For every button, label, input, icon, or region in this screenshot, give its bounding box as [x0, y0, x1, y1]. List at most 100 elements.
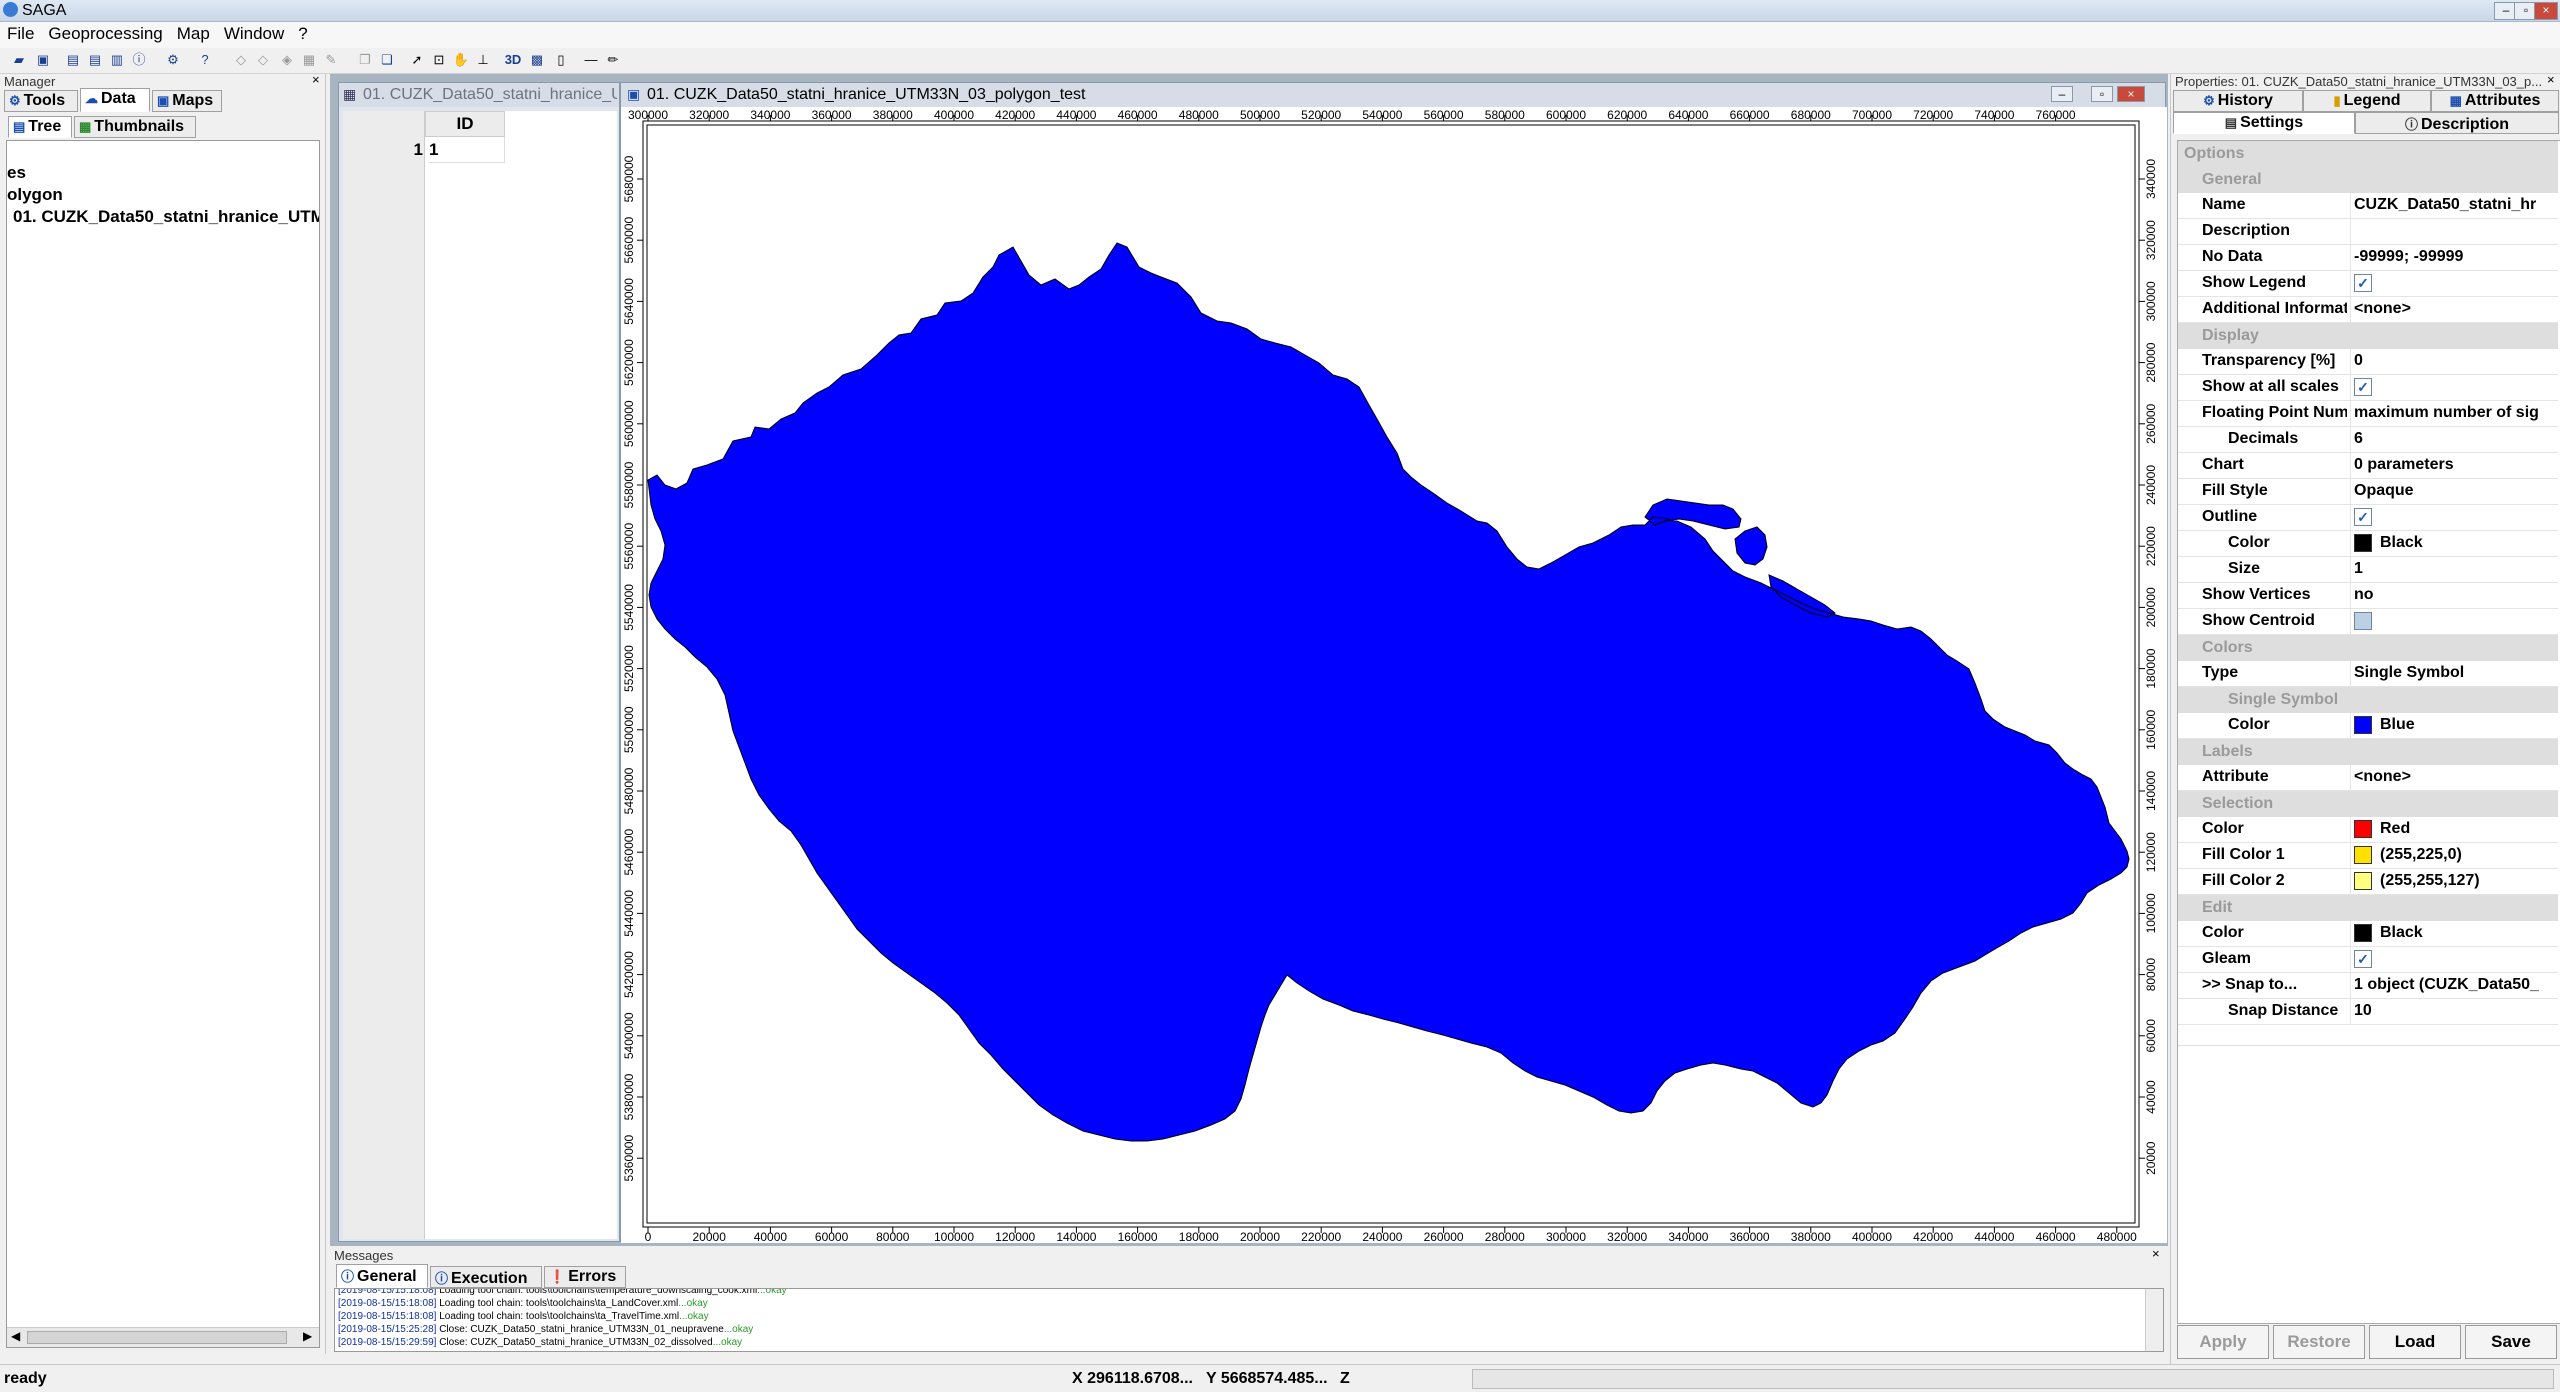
- menu-window[interactable]: Window: [217, 22, 291, 44]
- prop-fill-color-1[interactable]: Fill Color 1 (255,225,0): [2178, 843, 2558, 869]
- prop-fill-style[interactable]: Fill Style Opaque: [2178, 479, 2558, 505]
- save-button[interactable]: Save: [2465, 1325, 2557, 1359]
- tools-icon[interactable]: ⚙: [164, 51, 182, 69]
- tab-maps[interactable]: ▣ Maps: [152, 90, 222, 112]
- category-display[interactable]: Display: [2178, 323, 2558, 349]
- open-icon[interactable]: ▰: [10, 51, 28, 69]
- table-icon[interactable]: ▦: [300, 51, 318, 69]
- layer-icon[interactable]: ◈: [278, 51, 296, 69]
- manager-close-icon[interactable]: ×: [312, 72, 320, 87]
- prop-colors-type[interactable]: Type Single Symbol: [2178, 661, 2558, 687]
- prop-show-legend[interactable]: Show Legend ✓: [2178, 271, 2558, 297]
- save-icon[interactable]: ▣: [34, 51, 52, 69]
- select-cursor-icon[interactable]: ➚: [408, 51, 426, 69]
- table-row-index[interactable]: 1: [343, 137, 423, 163]
- pencil-icon[interactable]: ✏: [604, 51, 622, 69]
- nav-forward-icon[interactable]: ◇: [254, 51, 272, 69]
- map-titlebar[interactable]: ▣ 01. CUZK_Data50_statni_hranice_UTM33N_…: [621, 83, 2165, 107]
- prop-all-scales[interactable]: Show at all scales ✓: [2178, 375, 2558, 401]
- properties-close-icon[interactable]: ×: [2547, 72, 2555, 87]
- apply-button[interactable]: Apply: [2177, 1325, 2269, 1359]
- info-icon[interactable]: ⓘ: [130, 51, 148, 69]
- load-button[interactable]: Load: [2369, 1325, 2461, 1359]
- scroll-thumb[interactable]: [27, 1331, 287, 1344]
- table-header-id[interactable]: ID: [425, 111, 505, 137]
- tab-description[interactable]: ⓘ Description: [2355, 112, 2559, 134]
- tab-thumbnails[interactable]: ▦ Thumbnails: [74, 116, 196, 138]
- prop-chart[interactable]: Chart 0 parameters: [2178, 453, 2558, 479]
- prop-transparency[interactable]: Transparency [%] 0: [2178, 349, 2558, 375]
- tree-hscrollbar[interactable]: ◀ ▶: [7, 1327, 319, 1347]
- prop-additional-info[interactable]: Additional Informat <none>: [2178, 297, 2558, 323]
- messages-close-icon[interactable]: ×: [2152, 1246, 2160, 1261]
- edit-icon[interactable]: ✎: [322, 51, 340, 69]
- layout-print-icon[interactable]: ▯: [552, 51, 570, 69]
- category-colors[interactable]: Colors: [2178, 635, 2558, 661]
- outline-checkbox[interactable]: ✓: [2354, 508, 2372, 526]
- prop-outline-size[interactable]: Size 1: [2178, 557, 2558, 583]
- category-general[interactable]: General: [2178, 167, 2558, 193]
- show-legend-checkbox[interactable]: ✓: [2354, 274, 2372, 292]
- category-edit[interactable]: Edit: [2178, 895, 2558, 921]
- tab-attributes[interactable]: ▦ Attributes: [2431, 90, 2559, 112]
- prop-description[interactable]: Description: [2178, 219, 2558, 245]
- prop-show-vertices[interactable]: Show Vertices no: [2178, 583, 2558, 609]
- all-scales-checkbox[interactable]: ✓: [2354, 378, 2372, 396]
- tab-tree[interactable]: ▤ Tree: [8, 116, 72, 138]
- prop-gleam[interactable]: Gleam ✓: [2178, 947, 2558, 973]
- map-canvas[interactable]: 300000 320000 340000 360000 380000 400000 4200…: [621, 107, 2167, 1243]
- tree-node-polygon[interactable]: olygon: [7, 185, 63, 205]
- gleam-checkbox[interactable]: ✓: [2354, 950, 2372, 968]
- tab-settings[interactable]: ▤ Settings: [2173, 112, 2355, 134]
- map-close-button[interactable]: ×: [2117, 86, 2145, 102]
- tree-node-layer[interactable]: 01. CUZK_Data50_statni_hranice_UTM3: [13, 207, 319, 227]
- layout-icon[interactable]: ▥: [108, 51, 126, 69]
- nav-back-icon[interactable]: ◇: [232, 51, 250, 69]
- category-selection[interactable]: Selection: [2178, 791, 2558, 817]
- 3d-view-icon[interactable]: 3D: [504, 51, 522, 69]
- line-icon[interactable]: —: [582, 51, 600, 69]
- menu-map[interactable]: Map: [170, 22, 217, 44]
- paste-icon[interactable]: ❏: [378, 51, 396, 69]
- menu-geoprocessing[interactable]: Geoprocessing: [41, 22, 169, 44]
- prop-name[interactable]: Name CUZK_Data50_statni_hr: [2178, 193, 2558, 219]
- tab-tools[interactable]: ⚙ Tools: [4, 90, 78, 112]
- prop-edit-color[interactable]: Color Black: [2178, 921, 2558, 947]
- restore-button[interactable]: Restore: [2273, 1325, 2365, 1359]
- tab-legend[interactable]: ▮ Legend: [2303, 90, 2431, 112]
- prop-nodata[interactable]: No Data -99999; -99999: [2178, 245, 2558, 271]
- zoom-icon[interactable]: ⊡: [430, 51, 448, 69]
- tab-execution[interactable]: ⓘ Execution: [430, 1266, 542, 1288]
- tab-history[interactable]: ⚙ History: [2173, 90, 2303, 112]
- prop-outline[interactable]: Outline ✓: [2178, 505, 2558, 531]
- prop-selection-color[interactable]: Color Red: [2178, 817, 2558, 843]
- pan-icon[interactable]: ✋: [452, 51, 470, 69]
- map-minimize-button[interactable]: –: [2051, 86, 2073, 102]
- log-vscrollbar[interactable]: [2145, 1289, 2163, 1351]
- measure-icon[interactable]: ⊥: [474, 51, 492, 69]
- copy-icon[interactable]: ❐: [356, 51, 374, 69]
- table-titlebar[interactable]: ▦ 01. CUZK_Data50_statni_hranice_U: [339, 83, 619, 107]
- histogram-icon[interactable]: ▩: [528, 51, 546, 69]
- table-cell-id[interactable]: 1: [429, 137, 505, 163]
- category-labels[interactable]: Labels: [2178, 739, 2558, 765]
- category-single-symbol[interactable]: Single Symbol: [2178, 687, 2558, 713]
- properties-toggle-icon[interactable]: ▤: [86, 51, 104, 69]
- prop-outline-color[interactable]: Color Black: [2178, 531, 2558, 557]
- prop-label-attribute[interactable]: Attribute <none>: [2178, 765, 2558, 791]
- category-options[interactable]: Options: [2178, 141, 2558, 167]
- prop-show-centroid[interactable]: Show Centroid: [2178, 609, 2558, 635]
- tab-general[interactable]: ⓘ General: [336, 1264, 428, 1288]
- prop-decimals[interactable]: Decimals 6: [2178, 427, 2558, 453]
- prop-snap-to[interactable]: >> Snap to... 1 object (CUZK_Data50_: [2178, 973, 2558, 999]
- centroid-checkbox[interactable]: [2354, 612, 2372, 630]
- close-button[interactable]: ×: [2534, 2, 2558, 20]
- tab-errors[interactable]: ❗ Errors: [544, 1266, 626, 1288]
- menu-help[interactable]: ?: [291, 22, 314, 44]
- menu-file[interactable]: File: [0, 22, 41, 44]
- prop-fill-color-2[interactable]: Fill Color 2 (255,255,127): [2178, 869, 2558, 895]
- map-maximize-button[interactable]: ▫: [2091, 86, 2113, 102]
- tree-node-types[interactable]: es: [7, 163, 26, 183]
- tab-data[interactable]: ☁ Data: [80, 88, 150, 112]
- help-icon[interactable]: ?: [196, 51, 214, 69]
